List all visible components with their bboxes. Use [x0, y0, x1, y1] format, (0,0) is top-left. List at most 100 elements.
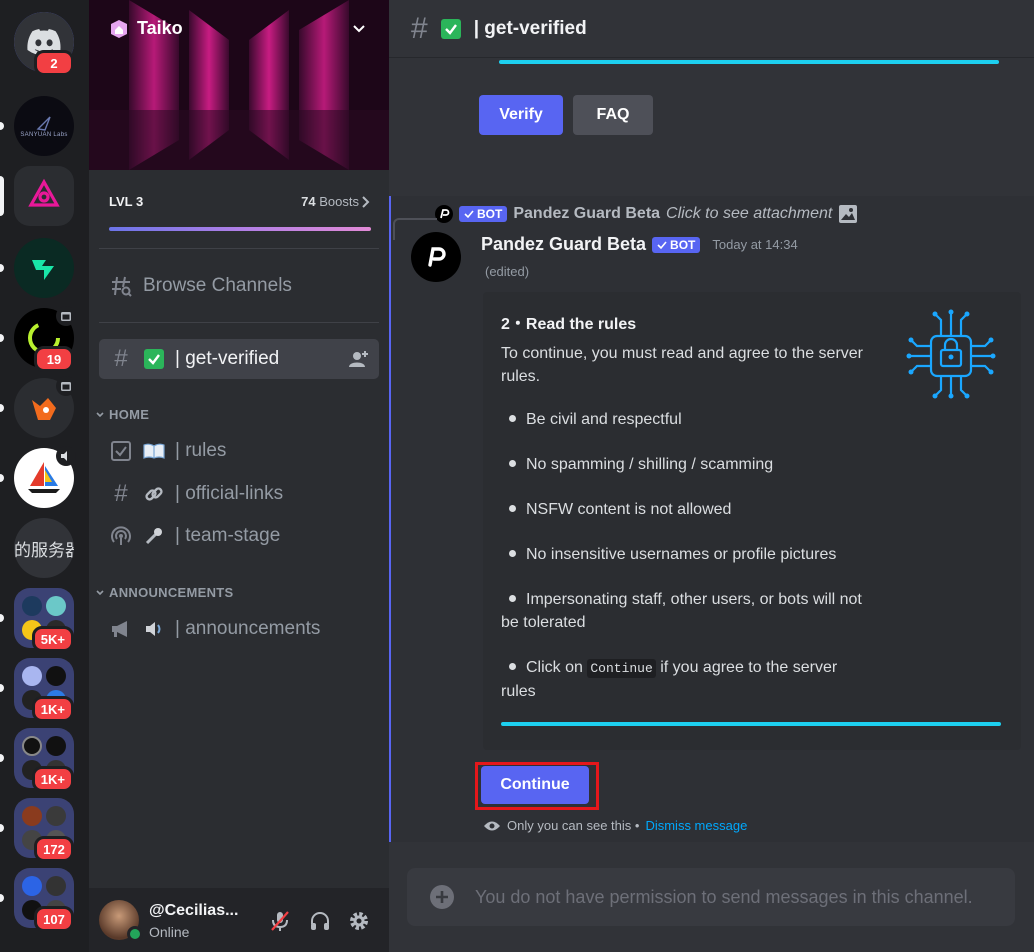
- channel-get-verified[interactable]: # | get-verified: [99, 339, 379, 379]
- event-icon: [56, 306, 76, 326]
- pandez-logo-icon: [428, 247, 446, 267]
- browse-channels-label: Browse Channels: [143, 275, 292, 296]
- verified-check-icon: [464, 210, 474, 219]
- channel-label: | get-verified: [175, 348, 280, 369]
- channel-team-stage[interactable]: | team-stage: [99, 516, 379, 556]
- channel-announcements[interactable]: | announcements: [99, 609, 379, 649]
- server-4[interactable]: [14, 238, 74, 298]
- hash-icon: #: [114, 480, 128, 507]
- rules-embed: 2・Read the rules To continue, you must r…: [483, 292, 1021, 750]
- browse-channels[interactable]: Browse Channels: [99, 266, 379, 306]
- channel-label: | rules: [175, 440, 227, 461]
- server-name: Taiko: [137, 18, 183, 38]
- server-banner[interactable]: Taiko: [89, 0, 389, 170]
- discord-home-button[interactable]: 2: [14, 12, 74, 76]
- category-home[interactable]: HOME: [95, 407, 149, 422]
- unread-pill: [0, 122, 4, 130]
- server-5[interactable]: 19: [14, 306, 76, 372]
- timestamp: Today at 14:34: [712, 237, 798, 252]
- invite-member-icon[interactable]: [349, 350, 369, 368]
- chevron-down-icon: [96, 589, 104, 595]
- channel-rules[interactable]: | rules: [99, 431, 379, 471]
- hash-icon: #: [114, 345, 128, 372]
- channel-label: | team-stage: [175, 525, 281, 546]
- server-taiko[interactable]: [14, 166, 74, 226]
- bot-avatar-small: [435, 205, 453, 223]
- unread-pill: [0, 684, 4, 692]
- bullet: [509, 663, 516, 671]
- user-status: Online: [149, 924, 190, 940]
- rule-item: Click on Continue if you agree to the se…: [501, 659, 838, 700]
- event-icon: [56, 376, 76, 396]
- reply-reference[interactable]: BOT Pandez Guard Beta Click to see attac…: [393, 204, 858, 240]
- image-icon: [839, 205, 858, 223]
- chevron-down-icon[interactable]: [351, 20, 367, 36]
- server-header[interactable]: Taiko: [109, 18, 183, 39]
- unread-pill: [0, 824, 4, 832]
- check-mark-icon: [440, 18, 462, 40]
- server-chinese[interactable]: 的服务器: [14, 518, 74, 578]
- reply-author: Pandez Guard Beta: [513, 205, 661, 222]
- check-mark-icon: [143, 348, 165, 370]
- add-attachment-icon: [430, 885, 454, 909]
- unread-pill: [0, 894, 4, 902]
- bullet: [509, 595, 516, 603]
- bot-avatar[interactable]: [411, 232, 461, 282]
- edited-label: (edited): [485, 264, 530, 279]
- chevron-right-icon: [362, 196, 370, 208]
- server-folder-3[interactable]: 1K+: [14, 728, 74, 792]
- server-sanyuan-labs[interactable]: SANYUAN Labs: [14, 96, 74, 156]
- channel-label: | official-links: [175, 483, 284, 504]
- message-author-row: Pandez Guard Beta BOT Today at 14:34: [481, 234, 798, 255]
- mention-badge: 19: [34, 346, 74, 372]
- fox-logo-icon: [32, 398, 56, 420]
- server-folder-4[interactable]: 172: [14, 798, 74, 862]
- bullet: [509, 460, 516, 468]
- gear-icon: [350, 912, 368, 930]
- chevron-down-icon: [96, 411, 104, 417]
- server-folder-2[interactable]: 1K+: [14, 658, 74, 722]
- channel-official-links[interactable]: # | official-links: [99, 474, 379, 514]
- headphones-icon: [311, 912, 329, 930]
- server-folder-5[interactable]: 107: [14, 868, 74, 932]
- status-online-dot: [127, 926, 143, 942]
- bullet: [509, 505, 516, 513]
- unread-pill: [0, 614, 4, 622]
- mute-button[interactable]: [267, 908, 293, 934]
- deafen-button[interactable]: [307, 908, 333, 934]
- inline-code: Continue: [587, 659, 656, 678]
- dismiss-message-link[interactable]: Dismiss message: [645, 818, 747, 833]
- mention-badge: 1K+: [31, 696, 74, 722]
- reply-text: Click to see attachment: [666, 205, 833, 222]
- faq-button[interactable]: FAQ: [573, 95, 653, 135]
- channel-sidebar: Taiko LVL 3 74 Boosts Browse Channels # …: [89, 0, 389, 952]
- community-icon: [111, 19, 127, 38]
- previous-embed-bar: [499, 60, 999, 64]
- padlock-circuit-icon: [906, 309, 996, 399]
- boost-level: LVL 3: [109, 194, 144, 209]
- category-announcements[interactable]: ANNOUNCEMENTS: [95, 585, 234, 600]
- link-icon: [143, 483, 165, 505]
- embed-progress-bar: [501, 722, 1001, 726]
- unread-pill: [0, 264, 4, 272]
- mention-badge: 107: [34, 906, 74, 932]
- composer-placeholder: You do not have permission to send messa…: [475, 886, 973, 907]
- microphone-icon: [143, 525, 165, 547]
- channel-header: # | get-verified: [389, 0, 1034, 58]
- server-6[interactable]: [14, 376, 76, 438]
- message-composer: You do not have permission to send messa…: [407, 868, 1015, 926]
- verify-button[interactable]: Verify: [479, 95, 563, 135]
- server-logo-icon: [32, 260, 54, 280]
- user-settings-button[interactable]: [346, 908, 372, 934]
- mention-badge: 1K+: [31, 766, 74, 792]
- continue-button[interactable]: Continue: [481, 766, 589, 804]
- unread-pill: [0, 334, 4, 342]
- browse-channels-icon: [112, 276, 132, 297]
- server-7[interactable]: [14, 446, 76, 508]
- server-folder-1[interactable]: 5K+: [14, 588, 74, 652]
- author-name[interactable]: Pandez Guard Beta: [481, 234, 646, 255]
- speaker-icon: [143, 618, 165, 640]
- speaker-icon: [56, 446, 76, 466]
- boost-progress[interactable]: LVL 3 74 Boosts: [89, 170, 389, 248]
- username[interactable]: @Cecilias...: [149, 902, 238, 920]
